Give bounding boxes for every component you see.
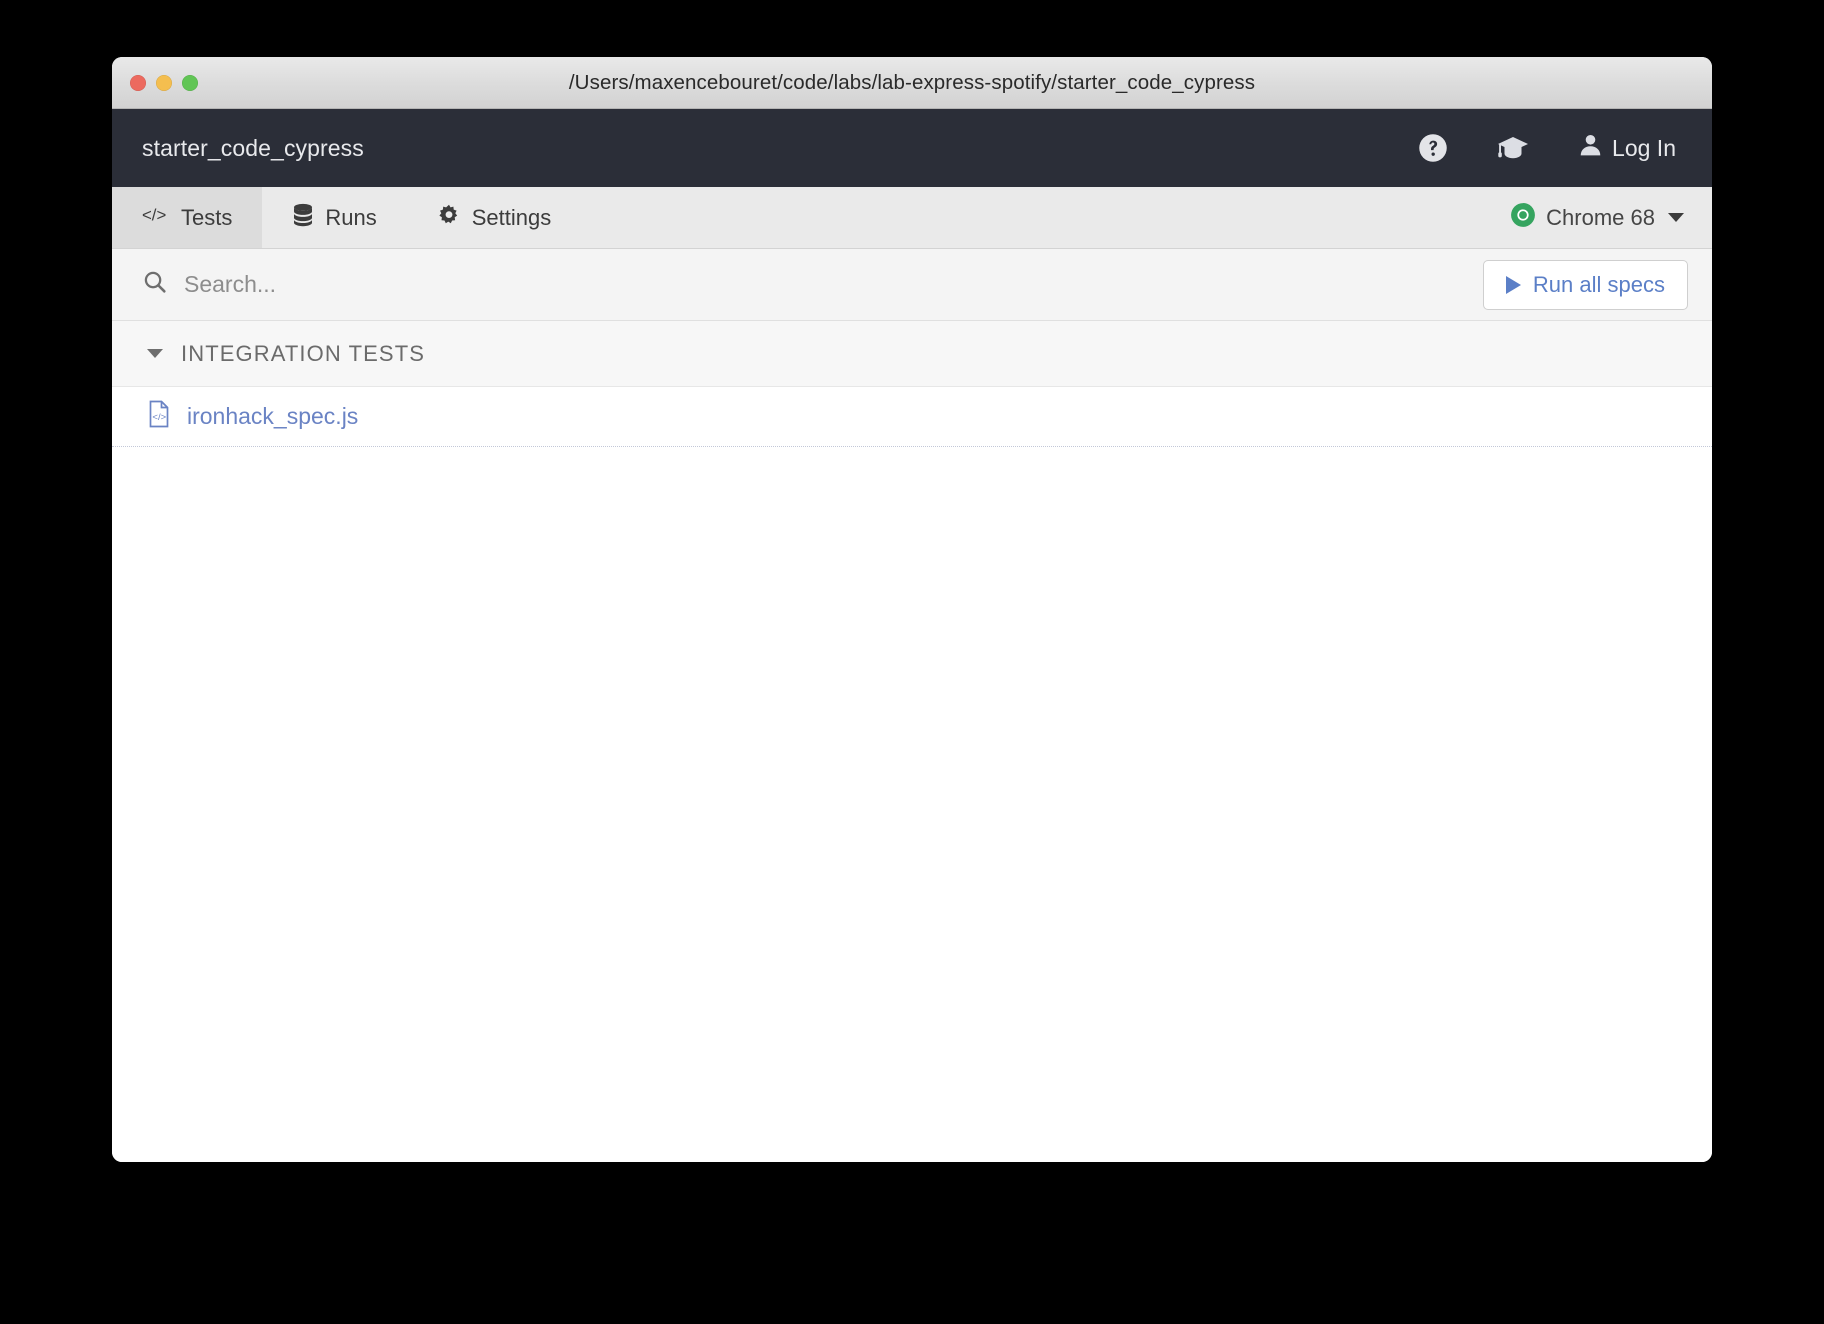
minimize-window-button[interactable] bbox=[156, 75, 172, 91]
triangle-down-icon bbox=[147, 349, 163, 358]
traffic-light-group bbox=[130, 57, 198, 109]
run-all-specs-label: Run all specs bbox=[1532, 271, 1665, 297]
login-label: Log In bbox=[1612, 134, 1676, 161]
chrome-icon bbox=[1510, 202, 1536, 234]
play-icon bbox=[1505, 275, 1521, 294]
window-titlebar: /Users/maxencebouret/code/labs/lab-expre… bbox=[112, 57, 1712, 109]
help-circle-icon[interactable] bbox=[1418, 133, 1448, 163]
spec-file-name: ironhack_spec.js bbox=[187, 403, 359, 429]
window-title: /Users/maxencebouret/code/labs/lab-expre… bbox=[568, 70, 1256, 94]
main-tab-bar: </> Tests Runs Settings Chrome 68 bbox=[112, 187, 1712, 249]
close-window-button[interactable] bbox=[130, 75, 146, 91]
group-title: INTEGRATION TESTS bbox=[181, 340, 426, 366]
spec-list: </> ironhack_spec.js bbox=[112, 387, 1712, 447]
chevron-down-icon bbox=[1668, 213, 1684, 222]
group-header-integration-tests[interactable]: INTEGRATION TESTS bbox=[112, 321, 1712, 387]
list-item[interactable]: </> ironhack_spec.js bbox=[112, 387, 1712, 447]
svg-text:</>: </> bbox=[152, 412, 166, 423]
browser-selector[interactable]: Chrome 68 bbox=[1482, 187, 1712, 248]
file-code-icon: </> bbox=[147, 400, 171, 433]
search-field-wrapper bbox=[142, 269, 1483, 300]
header-actions: Log In bbox=[1418, 132, 1676, 164]
svg-text:</>: </> bbox=[142, 205, 166, 224]
graduation-cap-icon[interactable] bbox=[1496, 133, 1530, 163]
search-icon bbox=[142, 269, 168, 300]
database-icon bbox=[292, 203, 314, 233]
cypress-app-window: /Users/maxencebouret/code/labs/lab-expre… bbox=[112, 57, 1712, 1162]
tab-settings[interactable]: Settings bbox=[407, 187, 582, 248]
gear-icon bbox=[437, 203, 461, 233]
search-input[interactable] bbox=[184, 271, 1483, 298]
browser-label: Chrome 68 bbox=[1546, 204, 1655, 230]
search-row: Run all specs bbox=[112, 249, 1712, 321]
main-content: Run all specs INTEGRATION TESTS </> iron… bbox=[112, 249, 1712, 1162]
tab-tests[interactable]: </> Tests bbox=[112, 187, 263, 248]
empty-area bbox=[112, 447, 1712, 1162]
tab-settings-label: Settings bbox=[471, 204, 552, 230]
code-brackets-icon: </> bbox=[142, 205, 170, 231]
app-header: starter_code_cypress Log In bbox=[112, 109, 1712, 187]
project-name: starter_code_cypress bbox=[142, 134, 364, 161]
tab-runs[interactable]: Runs bbox=[262, 187, 406, 248]
user-icon bbox=[1578, 132, 1603, 164]
tab-runs-label: Runs bbox=[325, 204, 377, 230]
tab-tests-label: Tests bbox=[181, 204, 233, 230]
run-all-specs-button[interactable]: Run all specs bbox=[1482, 259, 1688, 310]
zoom-window-button[interactable] bbox=[182, 75, 198, 91]
login-button[interactable]: Log In bbox=[1578, 132, 1676, 164]
